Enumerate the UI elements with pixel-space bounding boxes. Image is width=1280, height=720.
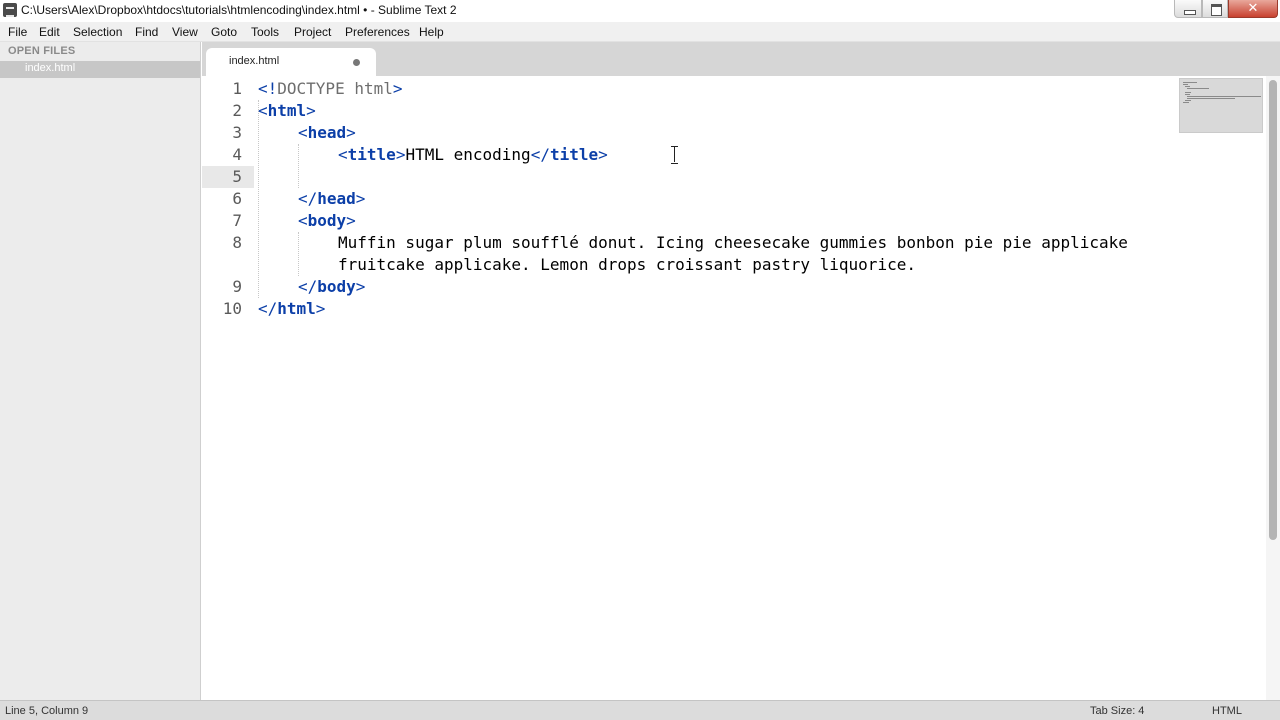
code-line-3: <head>	[298, 122, 356, 144]
menu-selection[interactable]: Selection	[73, 25, 122, 39]
tag-name: title	[549, 145, 599, 164]
open-files-heading: OPEN FILES	[8, 45, 76, 57]
sidebar-item-index-html[interactable]: index.html	[0, 61, 200, 78]
code-line-4: <title>HTML encoding</title>	[338, 144, 608, 166]
sidebar-item-label: index.html	[25, 62, 76, 74]
line-number: 10	[222, 299, 242, 318]
tag-name: title	[347, 145, 396, 164]
sidebar: OPEN FILES index.html	[0, 42, 201, 700]
tag-bracket: </	[258, 299, 278, 318]
menu-view[interactable]: View	[172, 25, 198, 39]
tag-bracket: >	[355, 189, 366, 208]
tag-bracket: <	[338, 145, 348, 164]
tab-size-indicator[interactable]: Tab Size: 4	[1090, 705, 1144, 717]
minimap-line	[1183, 84, 1188, 85]
code-line-1: <!DOCTYPE html>	[258, 78, 403, 100]
tag-bracket: >	[346, 211, 356, 230]
tag-bracket: </	[298, 189, 318, 208]
code-line-9: </body>	[298, 276, 365, 298]
minimap-line	[1187, 96, 1261, 97]
tag-bracket: >	[392, 79, 403, 98]
minimap-line	[1185, 94, 1190, 95]
tag-name: head	[307, 123, 347, 142]
menu-find[interactable]: Find	[135, 25, 158, 39]
close-button[interactable]: ✕	[1228, 0, 1278, 18]
tag-bracket: <	[298, 211, 308, 230]
menu-bar: File Edit Selection Find View Goto Tools…	[0, 22, 1280, 42]
menu-preferences[interactable]: Preferences	[345, 25, 410, 39]
code-line-8: Muffin sugar plum soufflé donut. Icing c…	[338, 233, 1128, 252]
code-line-6: </head>	[298, 188, 365, 210]
tab-bar: index.html	[202, 42, 1280, 76]
vertical-scrollbar[interactable]	[1266, 76, 1280, 700]
tab-index-html[interactable]: index.html	[206, 48, 376, 76]
minimap[interactable]	[1179, 78, 1263, 133]
doctype: DOCTYPE html	[277, 79, 393, 98]
line-number: 7	[232, 211, 242, 230]
line-number: 8	[232, 233, 242, 252]
tag-bracket: >	[598, 145, 608, 164]
line-number: 6	[232, 189, 242, 208]
code-line-8-wrap: fruitcake applicake. Lemon drops croissa…	[338, 255, 916, 274]
line-number: 5	[232, 167, 242, 186]
sublime-text-icon[interactable]	[3, 3, 17, 17]
tag-name: body	[317, 277, 356, 296]
code-editor[interactable]: 1 2 3 4 5 6 7 8 9 10 <!DOCTYPE html> <ht…	[202, 76, 1266, 700]
close-icon: ✕	[1247, 1, 1259, 16]
minimap-line	[1185, 86, 1190, 87]
tag-bracket: <	[298, 123, 308, 142]
line-number: 3	[232, 123, 242, 142]
menu-tools[interactable]: Tools	[251, 25, 279, 39]
tag-bracket: >	[346, 123, 356, 142]
menu-project[interactable]: Project	[294, 25, 331, 39]
minimap-line	[1187, 98, 1235, 99]
minimap-line	[1183, 102, 1189, 103]
tag-bracket: >	[315, 299, 326, 318]
line-number: 1	[232, 79, 242, 98]
tag-name: head	[317, 189, 356, 208]
menu-help[interactable]: Help	[419, 25, 444, 39]
cursor-position: Line 5, Column 9	[5, 705, 89, 717]
title-bar: C:\Users\Alex\Dropbox\htdocs\tutorials\h…	[0, 0, 1280, 22]
status-bar: Line 5, Column 9 Tab Size: 4 HTML	[0, 700, 1280, 720]
tag-name: html	[277, 299, 316, 318]
tag-bracket: </	[298, 277, 318, 296]
syntax-indicator[interactable]: HTML	[1212, 705, 1242, 717]
minimap-line	[1185, 92, 1191, 93]
tag-bracket: >	[355, 277, 366, 296]
minimize-icon[interactable]	[1174, 0, 1202, 18]
code-line-7: <body>	[298, 210, 356, 232]
tag-bracket: <!	[258, 79, 278, 98]
window-title: C:\Users\Alex\Dropbox\htdocs\tutorials\h…	[21, 3, 457, 17]
tag-name: body	[307, 211, 347, 230]
line-number: 4	[232, 145, 242, 164]
code-line-2: <html>	[258, 100, 316, 122]
menu-edit[interactable]: Edit	[39, 25, 60, 39]
unsaved-dot-icon[interactable]	[353, 59, 360, 66]
tab-label: index.html	[229, 55, 280, 67]
tag-bracket: <	[258, 101, 268, 120]
tag-bracket: >	[395, 145, 406, 164]
minimap-line	[1183, 82, 1197, 83]
tag-name: html	[267, 101, 307, 120]
indent-guide	[298, 232, 299, 276]
tag-bracket: </	[530, 145, 550, 164]
minimap-line	[1185, 100, 1191, 101]
maximize-icon[interactable]	[1202, 0, 1228, 18]
minimap-line	[1187, 88, 1209, 89]
title-text: HTML encoding	[405, 145, 531, 164]
line-number: 2	[232, 101, 242, 120]
indent-guide	[298, 144, 299, 188]
text-cursor-icon	[671, 146, 678, 164]
scrollbar-thumb[interactable]	[1269, 80, 1277, 540]
indent-guide	[258, 100, 259, 298]
menu-file[interactable]: File	[8, 25, 27, 39]
line-number: 9	[232, 277, 242, 296]
tag-bracket: >	[306, 101, 316, 120]
menu-goto[interactable]: Goto	[211, 25, 237, 39]
code-line-10: </html>	[258, 298, 325, 320]
